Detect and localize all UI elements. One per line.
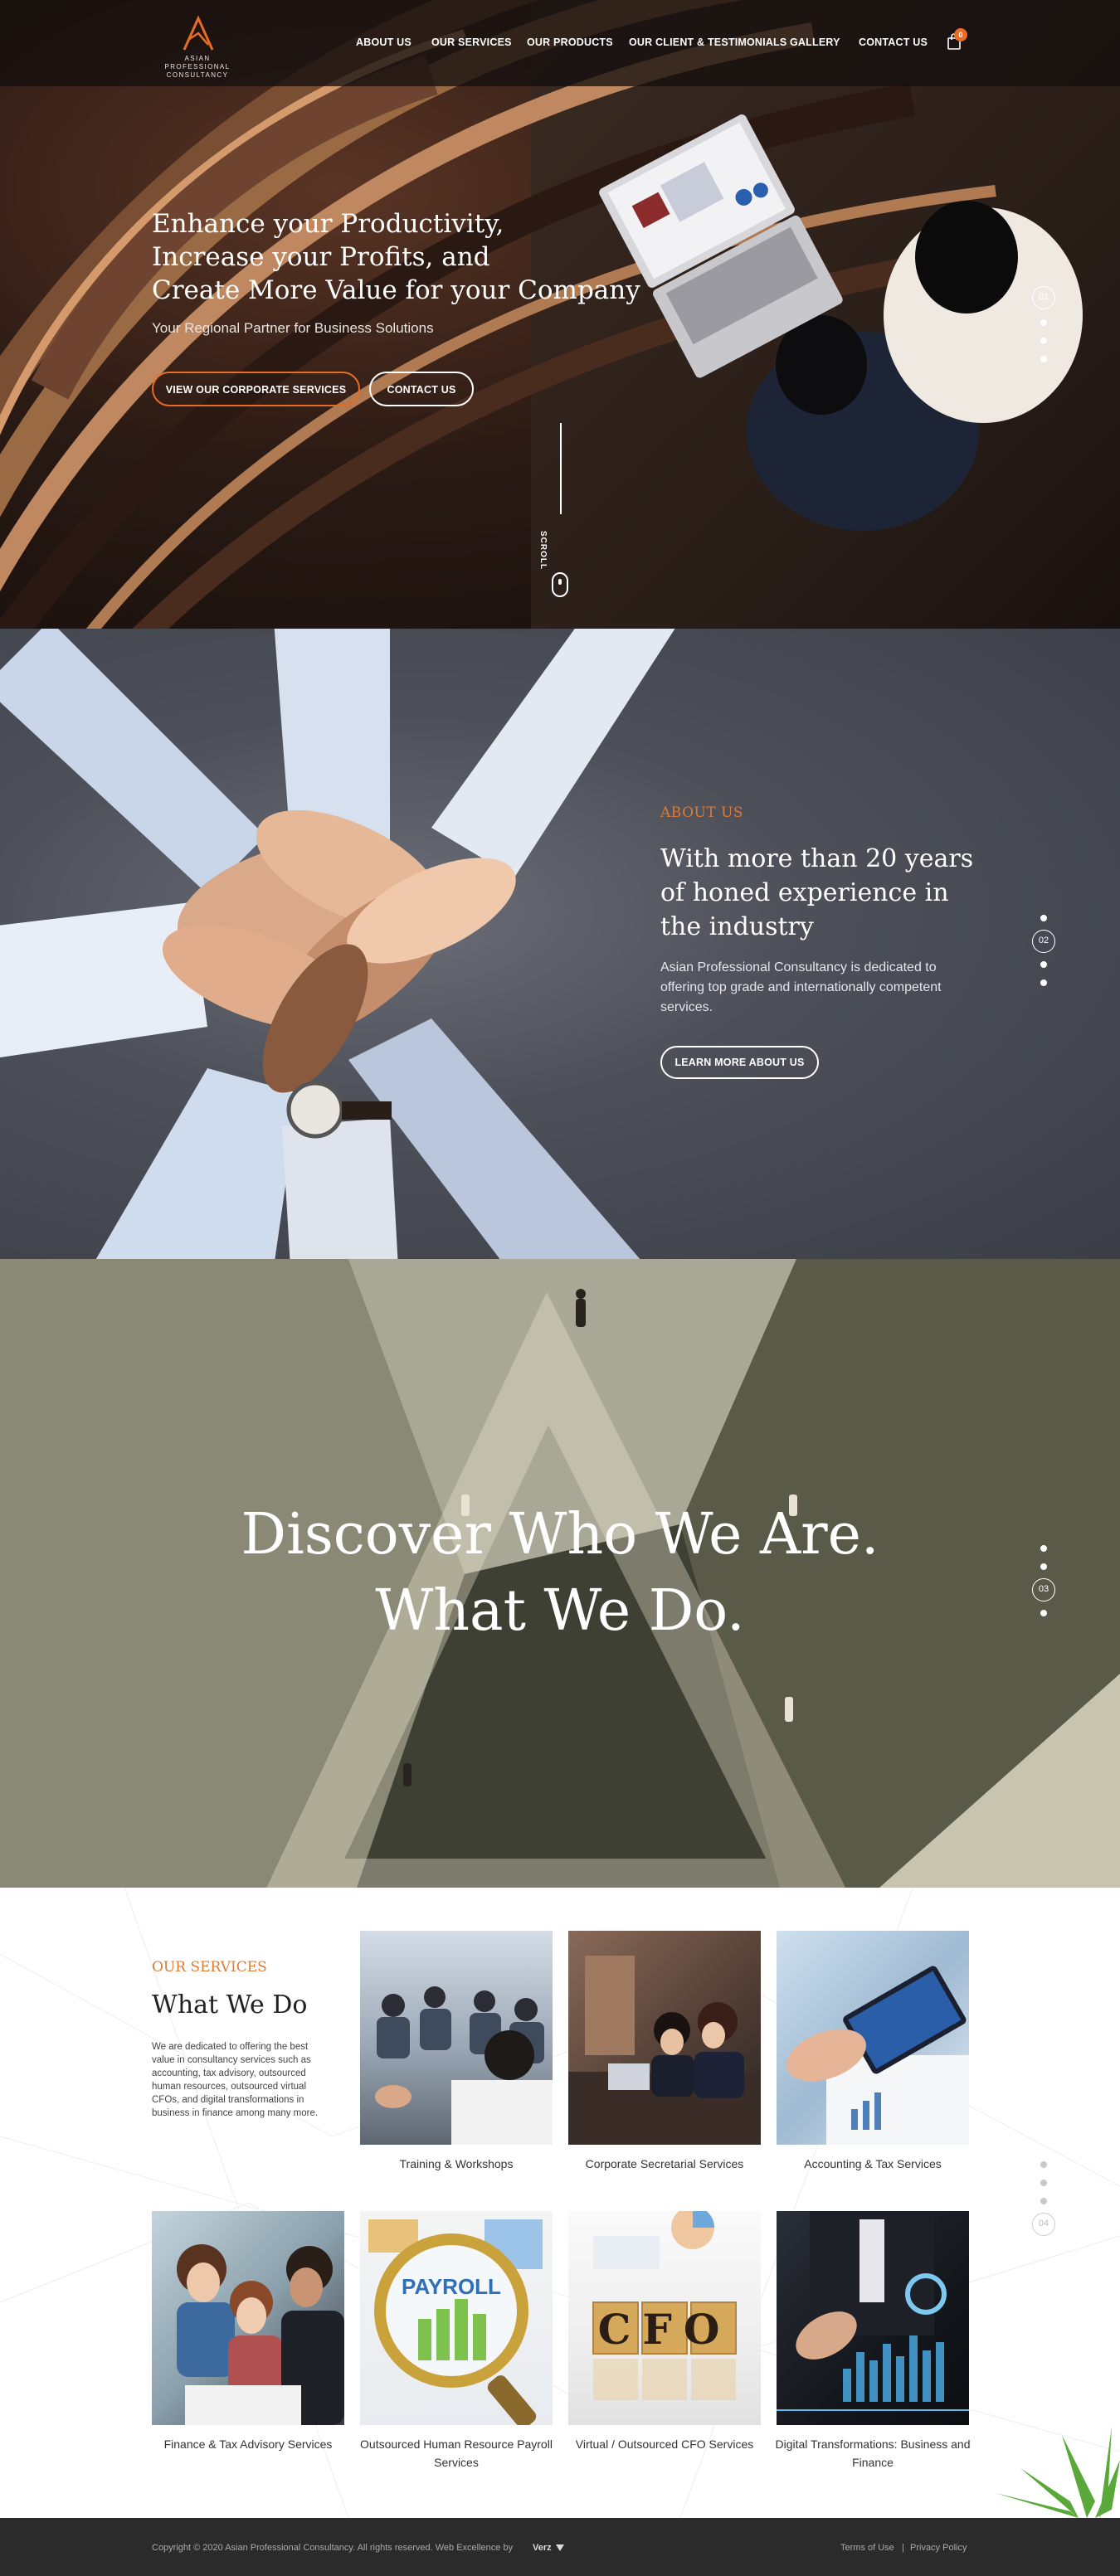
team-hands-image [0,629,675,1259]
service-caption: Corporate Secretarial Services [585,2157,744,2170]
service-caption: Virtual / Outsourced CFO Services [575,2437,754,2451]
services-title: What We Do [152,1990,308,2019]
slide-number-badge[interactable]: 04 [1032,2213,1055,2236]
site-footer: Copyright © 2020 Asian Professional Cons… [0,2518,1120,2576]
slide-number-badge[interactable]: 02 [1032,930,1055,953]
copyright-text: Copyright © 2020 Asian Professional Cons… [152,2543,514,2553]
training-image [360,1931,553,2145]
service-caption: Outsourced Human Resource Payroll Servic… [360,2437,553,2469]
advisory-image [152,2211,344,2425]
logo-mark-icon [183,15,214,51]
discover-heading-line-1: Discover Who We Are. [241,1502,879,1567]
hero-background-image [0,0,1083,629]
nav-about-us[interactable]: ABOUT US [356,36,411,48]
cfo-word: CFO [598,2305,732,2354]
terms-of-use-link[interactable]: Terms of Use [840,2543,894,2553]
slide-dot[interactable] [1040,979,1047,986]
slide-dot[interactable] [1040,319,1047,326]
scroll-label: SCROLL [538,531,548,571]
services-description: We are dedicated to offering the best va… [152,2042,319,2118]
footer-separator: | [902,2543,904,2553]
payroll-image: PAYROLL [360,2211,553,2425]
discover-heading-line-2: What We Do. [375,1578,745,1644]
slide-dot[interactable] [1040,2161,1047,2168]
tablet-illustration [786,1966,969,2145]
hero-subtitle: Your Regional Partner for Business Solut… [152,320,434,336]
view-corporate-services-button[interactable]: VIEW OUR CORPORATE SERVICES [152,372,360,406]
slide-dot[interactable] [1040,356,1047,362]
cart-count-badge: 0 [954,28,967,41]
hero-title-line-1: Enhance your Productivity, [152,209,504,239]
site-header: ASIAN PROFESSIONAL CONSULTANCY ABOUT US … [0,0,1120,86]
accounting-image [777,1931,969,2145]
company-logo[interactable]: ASIAN PROFESSIONAL CONSULTANCY [152,15,243,79]
cfo-image: CFO [568,2211,761,2425]
hero-title-line-3: Create More Value for your Company [152,275,640,305]
services-section-label: OUR SERVICES [152,1959,267,1976]
verz-logo-icon [556,2544,564,2551]
service-caption: Digital Transformations: Business and Fi… [775,2437,971,2469]
slide-dot[interactable] [1040,338,1047,344]
service-caption: Training & Workshops [399,2157,514,2170]
about-description: Asian Professional Consultancy is dedica… [660,960,942,1014]
hero-title: Enhance your Productivity, Increase your… [152,207,650,307]
slide-dot[interactable] [1040,2198,1047,2204]
slide-dot[interactable] [1040,961,1047,968]
service-caption: Finance & Tax Advisory Services [163,2437,333,2451]
hero-contact-button[interactable]: CONTACT US [369,372,474,406]
nav-clients-testimonials[interactable]: OUR CLIENT & TESTIMONIALS [629,36,786,48]
nav-gallery[interactable]: GALLERY [790,36,840,48]
service-caption: Accounting & Tax Services [804,2157,942,2170]
nav-our-products[interactable]: OUR PRODUCTS [527,36,613,48]
hero-title-line-2: Increase your Profits, and [152,242,490,272]
corporate-secretarial-image [568,1931,761,2145]
slide-dot[interactable] [1040,915,1047,921]
digital-chart-illustration [777,2211,969,2411]
meeting-illustration [568,1956,761,2145]
nav-our-services[interactable]: OUR SERVICES [431,36,512,48]
hero-section: Enhance your Productivity, Increase your… [0,0,1120,629]
cfo-blocks-illustration: CFO [592,2211,737,2400]
slide-number-badge[interactable]: 01 [1032,286,1055,309]
about-section-label: ABOUT US [660,804,744,821]
about-section: 02 [0,629,1120,1259]
nav-contact-us[interactable]: CONTACT US [859,36,928,48]
learn-more-about-us-button[interactable]: LEARN MORE ABOUT US [660,1046,819,1079]
privacy-policy-link[interactable]: Privacy Policy [910,2543,967,2553]
advisory-illustration [177,2244,344,2425]
slide-dot[interactable] [1040,2180,1047,2186]
scroll-line [560,423,562,514]
training-illustration [375,1986,553,2145]
about-title: With more than 20 years of honed experie… [660,844,974,941]
scroll-mouse-icon[interactable] [552,572,568,597]
payroll-magnifier-illustration: PAYROLL [368,2219,543,2425]
verz-credit-link[interactable]: Verz [533,2543,552,2553]
discover-heading: Discover Who We Are. What We Do. [0,1497,1120,1650]
digital-transformation-image [777,2211,969,2425]
payroll-word: PAYROLL [402,2274,501,2299]
logo-text: ASIAN PROFESSIONAL CONSULTANCY [164,55,231,79]
